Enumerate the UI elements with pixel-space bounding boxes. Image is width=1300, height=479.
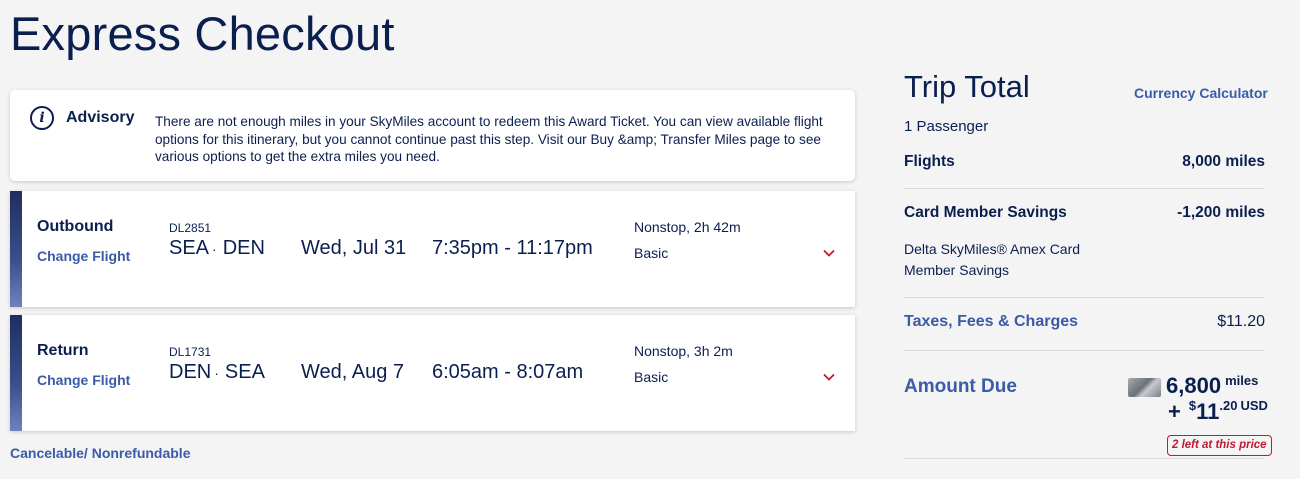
trip-total-title: Trip Total (904, 69, 1030, 104)
currency-calculator-link[interactable]: Currency Calculator (1134, 85, 1268, 101)
advisory-message: There are not enough miles in your SkyMi… (155, 114, 823, 164)
advisory-title: Advisory (66, 109, 135, 126)
outbound-label: Outbound (37, 218, 114, 235)
outbound-change-flight-link[interactable]: Change Flight (37, 248, 130, 264)
return-flight-card: Return Change Flight DL1731 DEN · SEA Wed,… (10, 315, 855, 431)
taxes-fees-value: $11.20 (1217, 313, 1265, 330)
due-miles-number: 6,800 (1166, 373, 1222, 398)
fare-policy-note: Cancelable/ Nonrefundable (10, 445, 191, 461)
amount-due-miles: 6,800 miles (1166, 373, 1258, 399)
return-label: Return (37, 342, 89, 359)
return-fare-class: Basic (634, 369, 669, 385)
return-change-flight-link[interactable]: Change Flight (37, 372, 130, 388)
route-separator: · (214, 365, 219, 381)
return-duration: Nonstop, 3h 2m (634, 343, 733, 359)
info-icon: i (30, 106, 54, 130)
return-times: 6:05am - 8:07am (432, 361, 584, 383)
card-accent-bar (10, 315, 22, 431)
due-usd-whole: 11 (1196, 399, 1220, 424)
outbound-flight-number: DL2851 (169, 221, 212, 235)
outbound-flight-card: Outbound Change Flight DL2851 SEA · DEN We… (10, 191, 855, 307)
chevron-down-icon[interactable] (823, 371, 835, 383)
availability-badge: 2 left at this price (1167, 435, 1272, 456)
plus-sign: + (1168, 399, 1181, 424)
return-route: DEN · SEA (169, 361, 265, 384)
amount-due-usd: + $11.20 USD (1168, 398, 1268, 425)
outbound-route: SEA · DEN (169, 237, 265, 260)
outbound-date: Wed, Jul 31 (301, 237, 407, 259)
outbound-destination: DEN (222, 237, 265, 259)
return-flight-number: DL1731 (169, 345, 212, 359)
card-savings-description: Delta SkyMiles® Amex Card Member Savings (904, 241, 1081, 278)
divider (904, 458, 1265, 459)
route-separator: · (212, 241, 217, 257)
divider (904, 350, 1265, 351)
credit-card-icon (1128, 378, 1161, 397)
passenger-count: 1 Passenger (904, 118, 989, 135)
chevron-down-icon[interactable] (823, 247, 835, 259)
outbound-duration: Nonstop, 2h 42m (634, 219, 741, 235)
outbound-origin: SEA (169, 237, 210, 259)
due-usd-cents: .20 (1219, 398, 1238, 413)
divider (904, 297, 1265, 298)
card-savings-value: -1,200 miles (1177, 204, 1265, 221)
card-savings-label: Card Member Savings (904, 204, 1067, 221)
return-date: Wed, Aug 7 (301, 361, 405, 383)
card-accent-bar (10, 191, 22, 307)
due-currency-code: USD (1240, 398, 1268, 413)
return-destination: SEA (224, 361, 265, 383)
return-origin: DEN (169, 361, 212, 383)
amount-due-label: Amount Due (904, 376, 1017, 397)
flights-cost-value: 8,000 miles (1182, 153, 1265, 170)
due-miles-unit: miles (1225, 373, 1259, 388)
currency-symbol: $ (1188, 398, 1197, 413)
advisory-panel: i Advisory There are not enough miles in… (10, 90, 855, 181)
divider (904, 188, 1265, 189)
taxes-fees-link[interactable]: Taxes, Fees & Charges (904, 313, 1078, 331)
page-title: Express Checkout (10, 7, 395, 60)
outbound-times: 7:35pm - 11:17pm (432, 237, 593, 259)
outbound-fare-class: Basic (634, 245, 669, 261)
flights-cost-label: Flights (904, 153, 955, 170)
